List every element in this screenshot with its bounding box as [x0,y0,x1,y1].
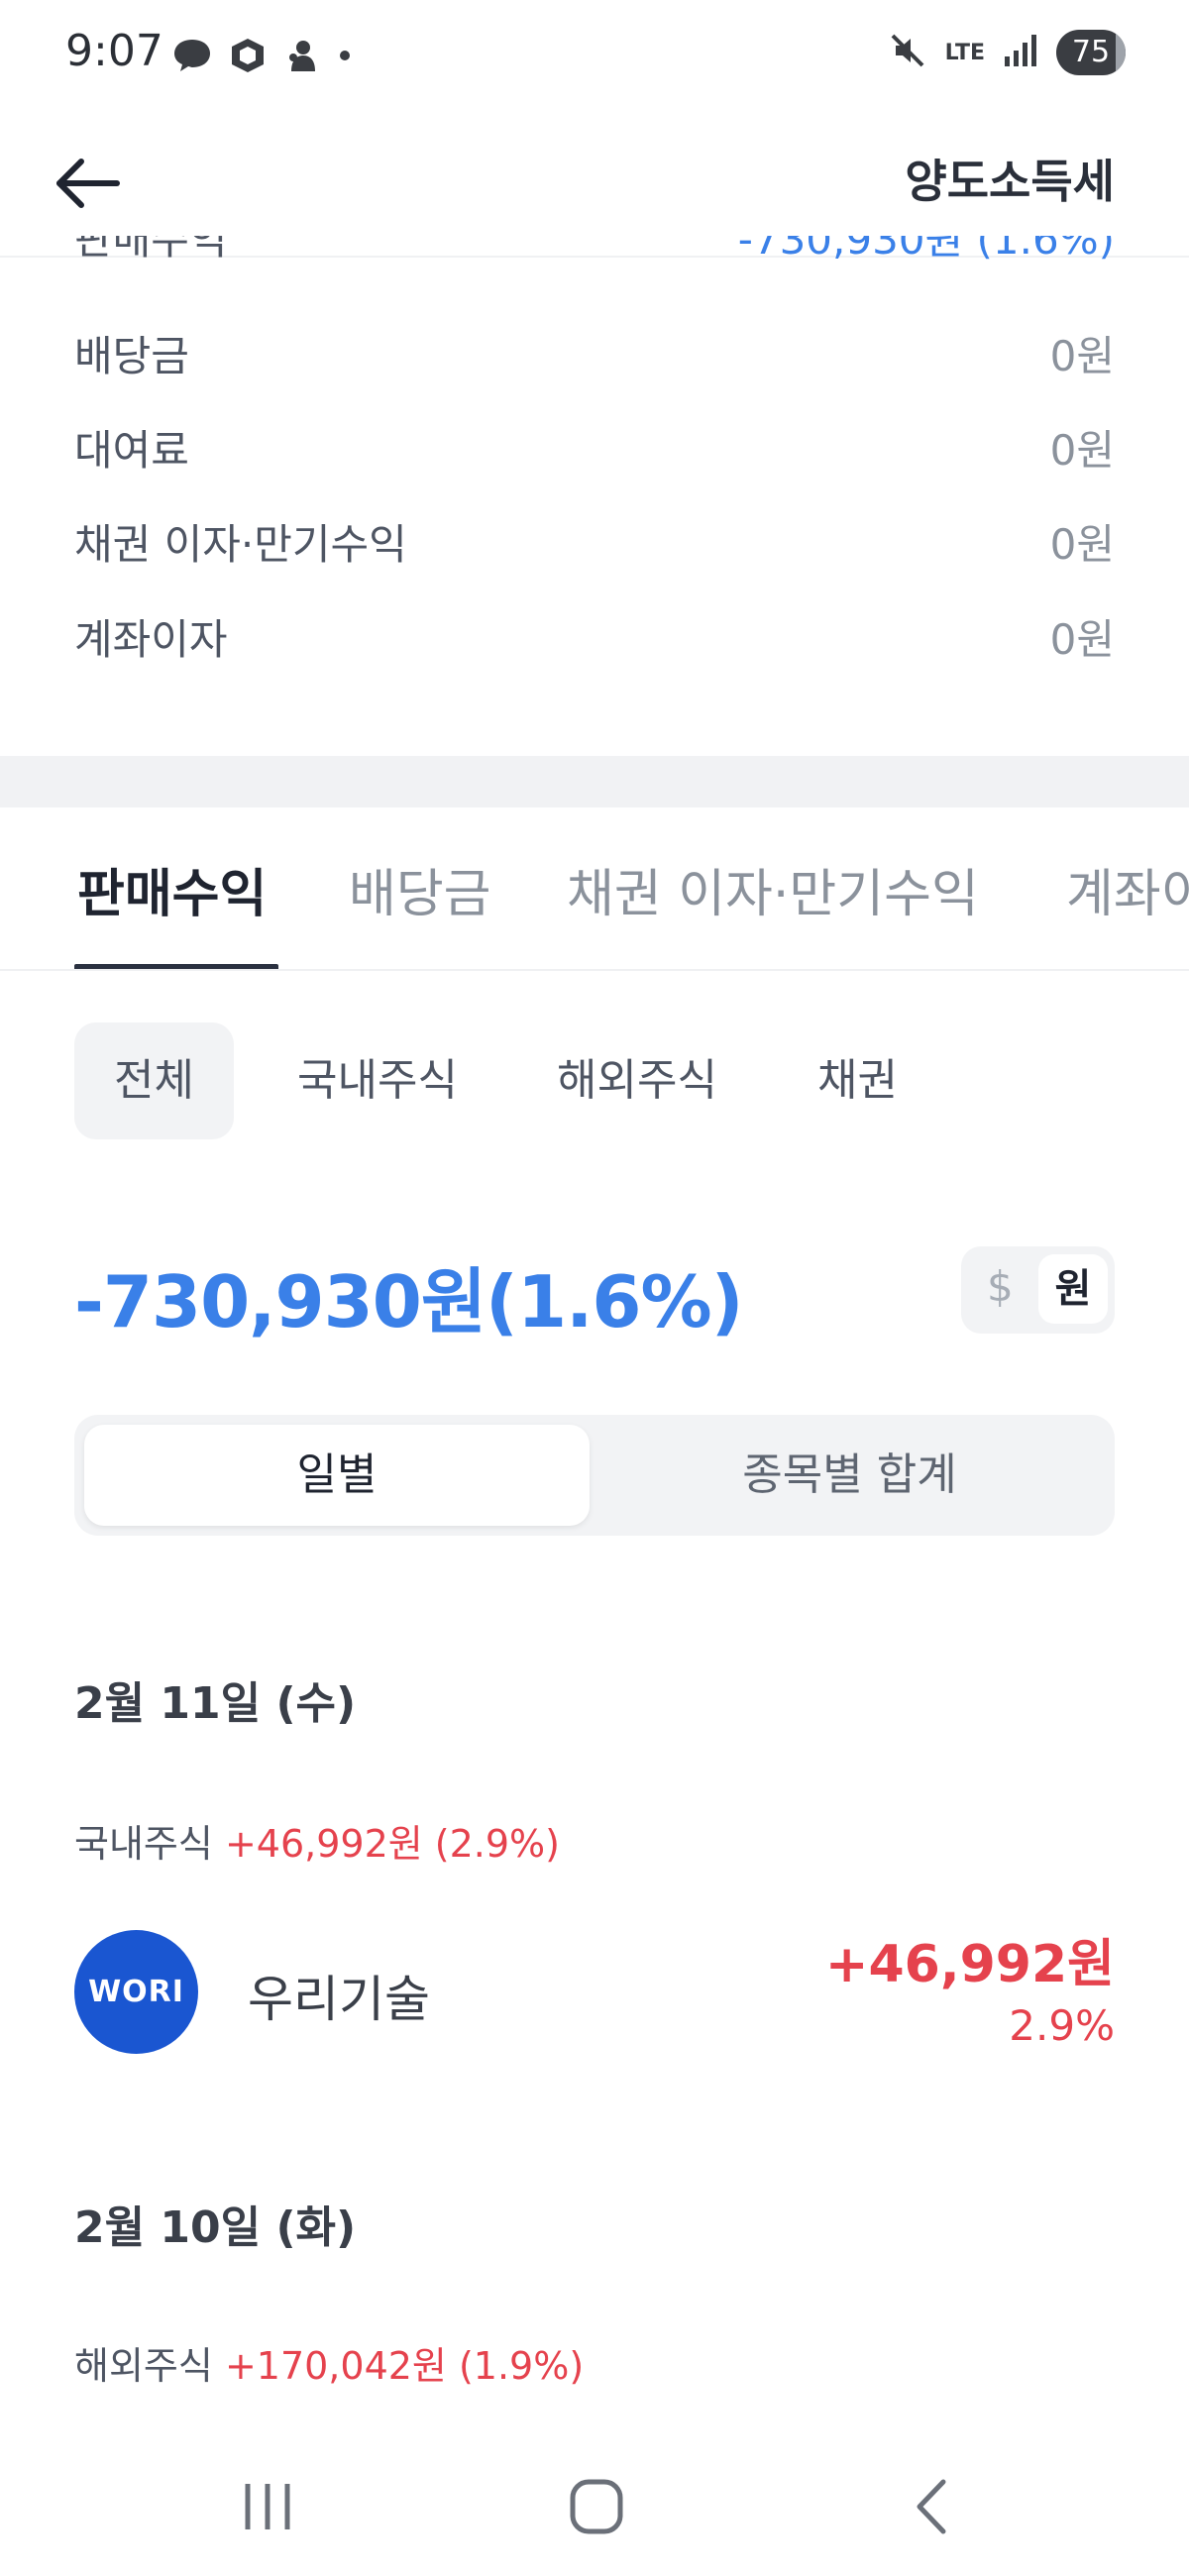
summary-row-value: 0원 [1049,332,1115,380]
status-bar: 9:07 LTE 75 [0,0,1189,114]
back-button[interactable] [52,144,131,223]
stock-logo: WORI [74,1930,198,2054]
filter-foreign-stocks[interactable]: 해외주식 [517,1022,757,1139]
summary-row-value: -730,930원 (1.6%) [737,236,1115,264]
page-title: 양도소득세 [905,155,1115,208]
group-summary: 해외주식 +170,042원 (1.9%) [74,2335,584,2390]
section-divider [0,756,1189,807]
stock-profit-amount: +46,992원 [824,1935,1115,1994]
system-back-button[interactable] [892,2472,971,2541]
total-sales-profit: -730,930원(1.6%) [74,1260,744,1343]
battery-icon: 75 [1056,30,1126,75]
date-header: 2월 10일 (화) [74,2202,357,2253]
system-status: LTE 75 [888,30,1126,75]
box-icon [228,36,268,79]
stock-name: 우리기술 [248,1971,430,2028]
stock-profit-percent: 2.9% [1009,2001,1115,2050]
date-header: 2월 11일 (수) [74,1678,357,1729]
back-arrow-icon [56,159,120,208]
summary-row-dividends: 배당금 0원 [74,323,1115,382]
summary-row-bond-interest: 채권 이자·만기수익 0원 [74,511,1115,571]
group-label: 국내주식 [74,1822,213,1866]
summary-row-value: 0원 [1049,426,1115,475]
income-type-tabs: 판매수익 배당금 채권 이자·만기수익 계좌이자 [0,807,1189,971]
summary-row-label: 배당금 [74,332,189,380]
chat-bubble-icon [170,36,214,79]
summary-row-label: 판매수익 [74,236,228,264]
group-change: +170,042원 (1.9%) [224,2344,585,2388]
home-button[interactable] [557,2472,636,2541]
tab-dividends[interactable]: 배당금 [349,852,491,926]
home-icon [570,2479,623,2534]
app-mascot-icon [281,36,321,79]
currency-krw-option[interactable]: 원 [1038,1254,1108,1324]
recent-apps-icon [245,2484,290,2529]
mute-icon [888,31,927,74]
system-navigation-bar [0,2427,1189,2576]
summary-row-account-interest: 계좌이자 0원 [74,606,1115,666]
view-by-stock-button[interactable]: 종목별 합계 [594,1425,1105,1526]
tab-account-interest[interactable]: 계좌이자 [1066,852,1189,926]
summary-row-sales-profit: 판매수익 -730,930원 (1.6%) [74,236,1115,266]
summary-row-lending-fee: 대여료 0원 [74,417,1115,477]
currency-usd-option[interactable]: $ [987,1262,1014,1311]
recent-apps-button[interactable] [228,2472,307,2541]
filter-all[interactable]: 전체 [74,1022,234,1139]
view-daily-button[interactable]: 일별 [84,1425,590,1526]
group-change: +46,992원 (2.9%) [224,1822,560,1866]
status-time: 9:07 [65,26,163,76]
active-tab-indicator [74,964,278,969]
currency-toggle[interactable]: $ 원 [961,1246,1115,1334]
signal-icon [1003,31,1038,74]
summary-row-label: 채권 이자·만기수익 [74,520,407,569]
stock-row[interactable]: WORI 우리기술 +46,992원 2.9% [74,1922,1115,2061]
lte-icon: LTE [944,40,985,65]
notification-icons [170,36,355,79]
tab-sales-profit[interactable]: 판매수익 [77,852,267,926]
summary-row-label: 계좌이자 [74,615,228,664]
summary-row-value: 0원 [1049,615,1115,664]
tab-bond-interest[interactable]: 채권 이자·만기수익 [567,852,979,926]
filter-bonds[interactable]: 채권 [778,1022,937,1139]
chevron-left-icon [917,2479,946,2534]
group-label: 해외주식 [74,2344,213,2388]
filter-domestic-stocks[interactable]: 국내주식 [258,1022,497,1139]
group-summary: 국내주식 +46,992원 (2.9%) [74,1813,560,1868]
more-notifications-dot-icon [335,36,355,79]
view-toggle: 일별 종목별 합계 [74,1415,1115,1536]
summary-row-label: 대여료 [74,426,189,475]
summary-row-value: 0원 [1049,520,1115,569]
